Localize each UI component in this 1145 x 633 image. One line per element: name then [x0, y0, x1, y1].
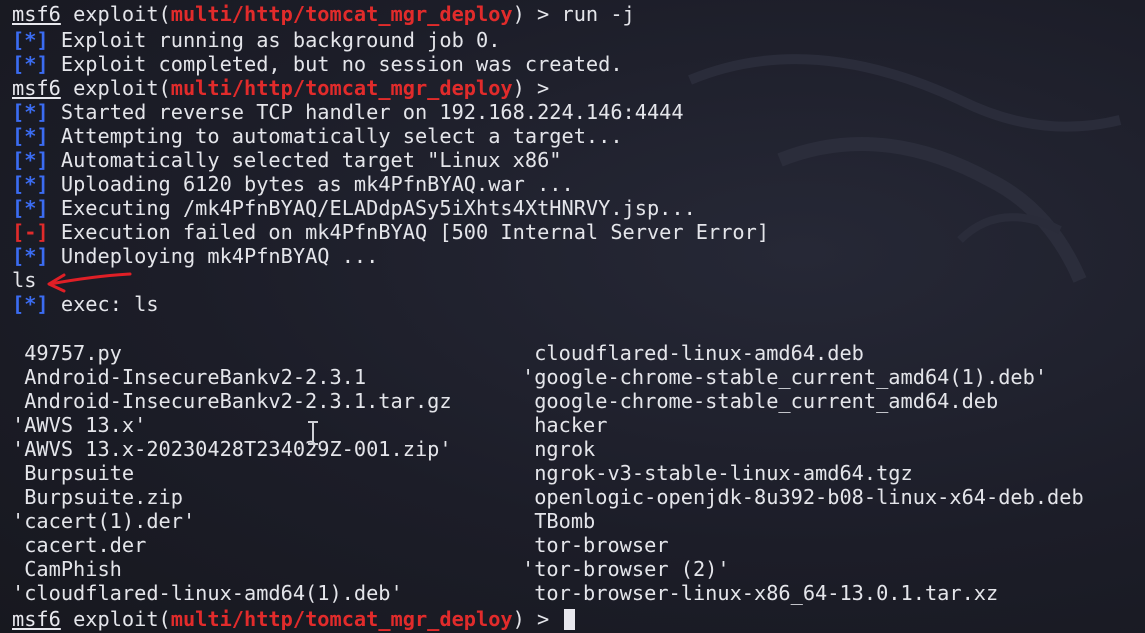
- file-entry: tor-browser: [522, 533, 669, 557]
- file-entry: 'tor-browser (2)': [522, 557, 730, 581]
- info-marker: [*]: [12, 196, 49, 220]
- info-marker: [*]: [12, 172, 49, 196]
- info-marker: [*]: [12, 124, 49, 148]
- file-entry: 'cloudflared-linux-amd64(1).deb': [12, 581, 403, 605]
- output-line: [*] Executing /mk4PfnBYAQ/ELADdpASy5iXht…: [12, 196, 696, 220]
- output-line: [*] Exploit running as background job 0.: [12, 28, 500, 52]
- file-entry: openlogic-openjdk-8u392-b08-linux-x64-de…: [522, 485, 1084, 509]
- output-line: [*] Automatically selected target "Linux…: [12, 148, 561, 172]
- info-marker: [*]: [12, 292, 49, 316]
- kali-dragon-watermark-icon: [688, 54, 1122, 283]
- file-entry: Burpsuite.zip: [12, 485, 183, 509]
- typed-command: ls: [12, 268, 37, 292]
- terminal-window[interactable]: msf6 exploit(multi/http/tomcat_mgr_deplo…: [0, 0, 1145, 633]
- file-entry: TBomb: [522, 509, 596, 533]
- info-marker: [*]: [12, 244, 49, 268]
- output-line: [*] exec: ls: [12, 292, 159, 316]
- output-line: [*] Attempting to automatically select a…: [12, 124, 623, 148]
- prompt-module: multi/http/tomcat_mgr_deploy: [170, 607, 513, 631]
- output-text: Exploit completed, but no session was cr…: [60, 52, 623, 76]
- output-text: Uploading 6120 bytes as mk4PfnBYAQ.war .…: [60, 172, 574, 196]
- output-text: Attempting to automatically select a tar…: [60, 124, 623, 148]
- prompt-line: msf6 exploit(multi/http/tomcat_mgr_deplo…: [12, 76, 549, 100]
- file-entry: hacker: [522, 413, 608, 437]
- file-entry: Android-InsecureBankv2-2.3.1: [12, 365, 367, 389]
- info-marker: [*]: [12, 148, 49, 172]
- output-line: [*] Uploading 6120 bytes as mk4PfnBYAQ.w…: [12, 172, 574, 196]
- output-line: [*] Exploit completed, but no session wa…: [12, 52, 623, 76]
- file-entry: ngrok-v3-stable-linux-amd64.tgz: [522, 461, 913, 485]
- prompt-prefix: exploit(: [73, 607, 171, 631]
- prompt-user: msf6: [12, 2, 61, 26]
- output-text: Execution failed on mk4PfnBYAQ [500 Inte…: [60, 220, 770, 244]
- info-marker: [*]: [12, 100, 49, 124]
- prompt-line[interactable]: msf6 exploit(multi/http/tomcat_mgr_deplo…: [12, 607, 575, 631]
- prompt-prefix: exploit(: [73, 2, 171, 26]
- file-entry: 'AWVS 13.x-20230428T234029Z-001.zip': [12, 437, 452, 461]
- output-text: exec: ls: [60, 292, 159, 316]
- file-entry: 49757.py: [12, 341, 122, 365]
- file-entry: ngrok: [522, 437, 596, 461]
- file-entry: cacert.der: [12, 533, 147, 557]
- file-entry: Burpsuite: [12, 461, 135, 485]
- prompt-suffix: ) >: [512, 76, 550, 100]
- prompt-user: msf6: [12, 607, 61, 631]
- prompt-module: multi/http/tomcat_mgr_deploy: [170, 2, 513, 26]
- file-entry: Android-InsecureBankv2-2.3.1.tar.gz: [12, 389, 452, 413]
- prompt-suffix: ) >: [512, 2, 550, 26]
- file-entry: 'cacert(1).der': [12, 509, 196, 533]
- error-marker: [-]: [12, 220, 49, 244]
- annotation-arrow-icon: [47, 272, 132, 293]
- info-marker: [*]: [12, 52, 49, 76]
- output-line: [*] Undeploying mk4PfnBYAQ ...: [12, 244, 378, 268]
- text-cursor-icon: [308, 421, 318, 445]
- info-marker: [*]: [12, 28, 49, 52]
- file-entry: CamPhish: [12, 557, 122, 581]
- output-text: Undeploying mk4PfnBYAQ ...: [60, 244, 379, 268]
- file-entry: 'AWVS 13.x': [12, 413, 147, 437]
- prompt-module: multi/http/tomcat_mgr_deploy: [170, 76, 513, 100]
- output-text: Automatically selected target "Linux x86…: [60, 148, 562, 172]
- file-entry: google-chrome-stable_current_amd64.deb: [522, 389, 999, 413]
- output-text: Exploit running as background job 0.: [60, 28, 501, 52]
- prompt-prefix: exploit(: [73, 76, 171, 100]
- file-entry: cloudflared-linux-amd64.deb: [522, 341, 864, 365]
- command-text: run -j: [549, 2, 635, 26]
- output-text: Executing /mk4PfnBYAQ/ELADdpASy5iXhts4Xt…: [60, 196, 696, 220]
- prompt-suffix: ) >: [512, 607, 550, 631]
- output-line: [*] Started reverse TCP handler on 192.1…: [12, 100, 684, 124]
- file-entry: 'google-chrome-stable_current_amd64(1).d…: [522, 365, 1048, 389]
- error-line: [-] Execution failed on mk4PfnBYAQ [500 …: [12, 220, 769, 244]
- terminal-cursor-block[interactable]: [563, 609, 575, 630]
- file-entry: tor-browser-linux-x86_64-13.0.1.tar.xz: [522, 581, 999, 605]
- prompt-user: msf6: [12, 76, 61, 100]
- prompt-line: msf6 exploit(multi/http/tomcat_mgr_deplo…: [12, 2, 635, 26]
- typed-command-line: ls: [12, 268, 36, 292]
- output-text: Started reverse TCP handler on 192.168.2…: [60, 100, 684, 124]
